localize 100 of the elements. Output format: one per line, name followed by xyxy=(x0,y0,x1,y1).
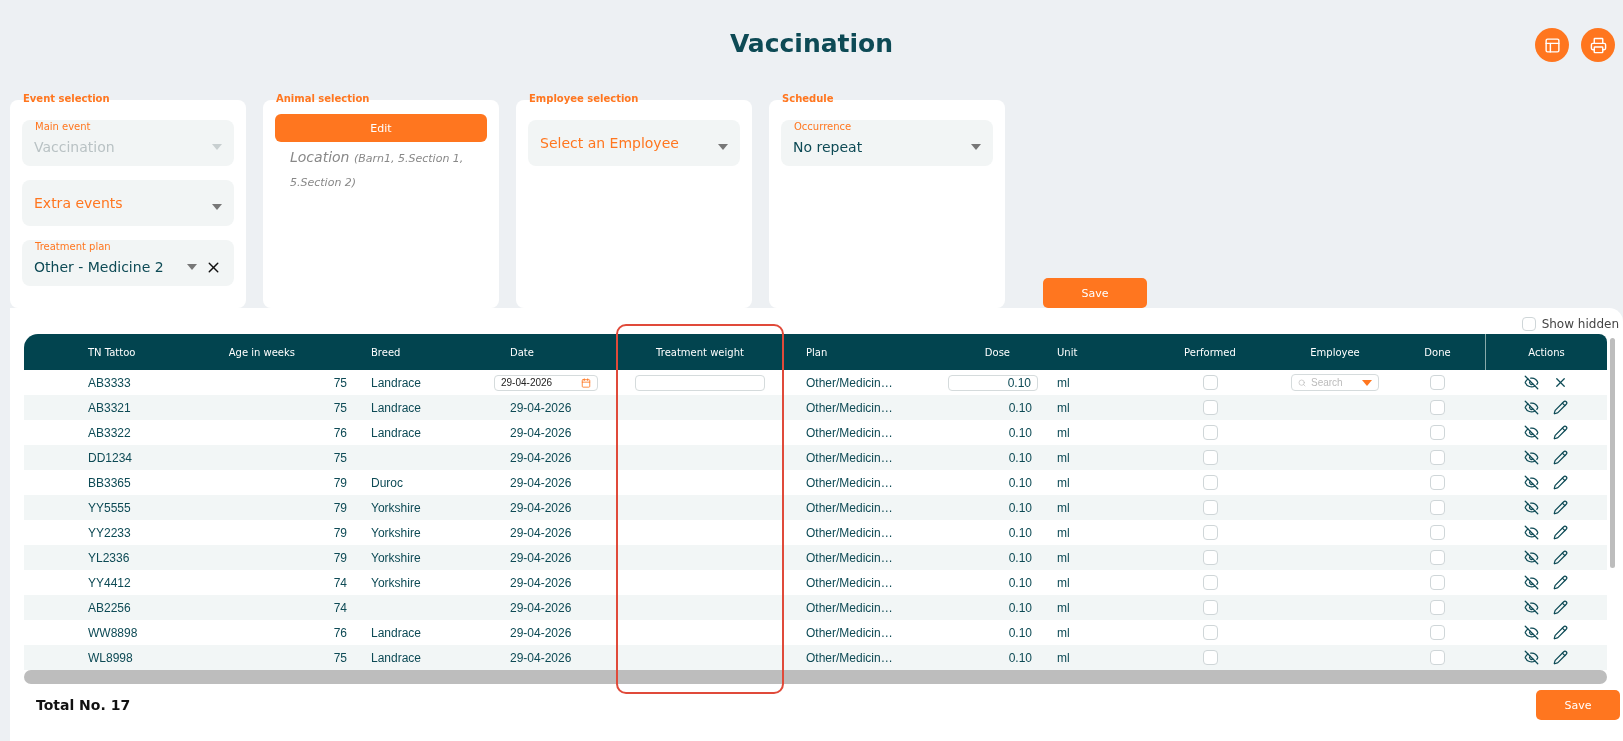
column-header: Dose xyxy=(983,345,1011,360)
cell-text: 29-04-2026 xyxy=(510,400,572,415)
cell-text: 0.10 xyxy=(1008,425,1032,440)
checkbox[interactable] xyxy=(1430,650,1445,665)
pencil-icon[interactable] xyxy=(1553,575,1568,590)
cell-text: Other/Medicin… xyxy=(806,450,893,465)
checkbox[interactable] xyxy=(1202,650,1218,665)
print-button[interactable] xyxy=(1581,28,1615,62)
date-field[interactable]: 29-04-2026 xyxy=(494,374,598,391)
checkbox[interactable] xyxy=(1430,475,1445,490)
checkbox[interactable] xyxy=(1202,525,1218,540)
select-field[interactable]: Treatment plan Other - Medicine 2 xyxy=(22,240,234,286)
hide-icon[interactable] xyxy=(1524,450,1539,465)
field-value: Select an Employee xyxy=(540,135,680,151)
weight-field[interactable] xyxy=(635,374,765,391)
pencil-icon[interactable] xyxy=(1553,550,1568,565)
column-header: Performed xyxy=(1183,345,1237,360)
checkbox[interactable] xyxy=(1430,600,1445,615)
cell-text: Other/Medicin… xyxy=(806,625,893,640)
checkbox[interactable] xyxy=(1202,625,1218,640)
column-header: Plan xyxy=(805,345,829,360)
hide-icon[interactable] xyxy=(1524,375,1539,390)
layout-button[interactable] xyxy=(1535,28,1569,62)
caret-icon xyxy=(1362,379,1372,386)
hide-icon[interactable] xyxy=(1524,425,1539,440)
checkbox[interactable] xyxy=(1430,500,1445,515)
hide-icon[interactable] xyxy=(1524,500,1539,515)
checkbox[interactable] xyxy=(1430,450,1445,465)
select-field[interactable]: Extra events xyxy=(22,180,234,226)
pencil-icon[interactable] xyxy=(1553,400,1568,415)
edit-button[interactable]: Edit xyxy=(275,114,487,142)
cell-text: 29-04-2026 xyxy=(510,450,572,465)
pencil-icon[interactable] xyxy=(1553,625,1568,640)
pencil-icon[interactable] xyxy=(1553,525,1568,540)
pencil-icon[interactable] xyxy=(1553,475,1568,490)
cell-text: YY4412 xyxy=(88,575,131,590)
close-icon[interactable] xyxy=(1553,375,1568,390)
checkbox[interactable] xyxy=(1430,550,1445,565)
hide-icon[interactable] xyxy=(1524,550,1539,565)
checkbox[interactable] xyxy=(1202,500,1218,515)
cell-text: YY2233 xyxy=(88,525,131,540)
hide-icon[interactable] xyxy=(1524,475,1539,490)
cell-text: Yorkshire xyxy=(371,575,421,590)
select-field[interactable]: Select an Employee xyxy=(528,120,740,166)
scrollbar[interactable] xyxy=(24,670,1607,684)
pencil-icon[interactable] xyxy=(1553,500,1568,515)
checkbox[interactable] xyxy=(1202,550,1218,565)
column-header: TN Tattoo xyxy=(87,345,137,360)
hide-icon[interactable] xyxy=(1524,400,1539,415)
checkbox[interactable] xyxy=(1430,375,1445,390)
hide-icon[interactable] xyxy=(1524,600,1539,615)
checkbox[interactable] xyxy=(1430,575,1445,590)
checkbox[interactable] xyxy=(1202,475,1218,490)
checkbox[interactable] xyxy=(1430,625,1445,640)
pencil-icon[interactable] xyxy=(1553,600,1568,615)
save-button[interactable]: Save xyxy=(1536,690,1620,720)
hide-icon[interactable] xyxy=(1524,575,1539,590)
checkbox[interactable] xyxy=(1521,317,1536,331)
cell-text: AB3321 xyxy=(88,400,131,415)
cell-text: 0.10 xyxy=(1008,525,1032,540)
checkbox[interactable] xyxy=(1202,600,1218,615)
cell-text: ml xyxy=(1057,600,1070,615)
dose-field[interactable]: 0.10 xyxy=(948,374,1038,391)
hide-icon[interactable] xyxy=(1524,650,1539,665)
cell-text: 79 xyxy=(333,475,347,490)
checkbox[interactable] xyxy=(1202,575,1218,590)
checkbox[interactable] xyxy=(1202,400,1218,415)
field-value: Vaccination xyxy=(34,139,116,155)
cell-text: Other/Medicin… xyxy=(806,475,893,490)
field-value: Other - Medicine 2 xyxy=(34,259,165,275)
checkbox[interactable] xyxy=(1430,425,1445,440)
cell-text: 29-04-2026 xyxy=(510,575,572,590)
hide-icon[interactable] xyxy=(1524,525,1539,540)
cell-text: ml xyxy=(1057,425,1070,440)
cell-text: ml xyxy=(1057,550,1070,565)
cell-text: Other/Medicin… xyxy=(806,575,893,590)
checkbox[interactable] xyxy=(1202,375,1218,390)
cell-text: 74 xyxy=(333,600,347,615)
pencil-icon[interactable] xyxy=(1553,425,1568,440)
cell-text: Yorkshire xyxy=(371,500,421,515)
checkbox[interactable] xyxy=(1430,400,1445,415)
save-button[interactable]: Save xyxy=(1043,278,1147,308)
cell-text: Landrace xyxy=(371,625,422,640)
hide-icon[interactable] xyxy=(1524,625,1539,640)
show-hidden-checkbox[interactable]: Show hidden xyxy=(1521,314,1619,334)
employee-select[interactable]: Search xyxy=(1291,374,1379,391)
field-value: No repeat xyxy=(793,139,864,155)
cell-text: AB3322 xyxy=(88,425,131,440)
pencil-icon[interactable] xyxy=(1553,650,1568,665)
checkbox[interactable] xyxy=(1202,425,1218,440)
column-header: Date xyxy=(509,345,535,360)
checkbox[interactable] xyxy=(1430,525,1445,540)
cell-text: WL8998 xyxy=(88,650,133,665)
pencil-icon[interactable] xyxy=(1553,450,1568,465)
scrollbar[interactable] xyxy=(1610,338,1615,568)
select-field[interactable]: Occurrence No repeat xyxy=(781,120,993,166)
checkbox[interactable] xyxy=(1202,450,1218,465)
cell-text: 29-04-2026 xyxy=(510,600,572,615)
page-title: Vaccination xyxy=(729,28,894,58)
cell-text: WW8898 xyxy=(88,625,138,640)
